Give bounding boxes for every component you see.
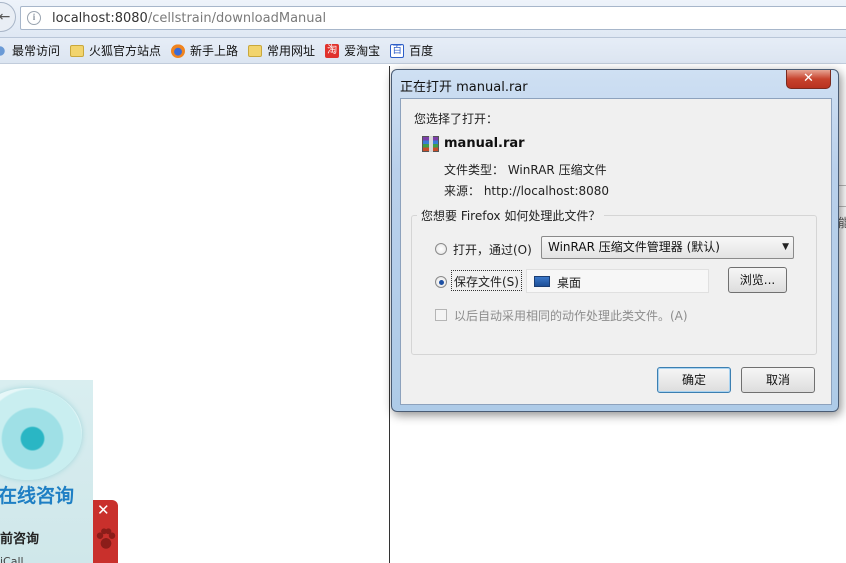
open-file-dialog: 正在打开 manual.rar ✕ 您选择了打开： manual.rar 文件类…: [391, 69, 839, 412]
remember-checkbox[interactable]: [435, 309, 447, 321]
page-divider: [389, 66, 390, 563]
taobao-icon: 淘: [325, 43, 340, 58]
file-source: 来源： http://localhost:8080: [444, 184, 610, 198]
bookmark-label: 新手上路: [190, 44, 239, 58]
bookmarks-bar: 最常访问 火狐官方站点 新手上路 常用网址 淘爱淘宝 百百度: [0, 38, 846, 64]
star-icon: [0, 43, 7, 58]
consult-title: 在线咨询: [0, 485, 75, 507]
consult-item[interactable]: iCall: [0, 555, 24, 563]
bookmark-label: 火狐官方站点: [89, 44, 162, 58]
dialog-title: 正在打开 manual.rar: [400, 80, 528, 95]
dropdown-arrow-icon: ▼: [782, 242, 789, 252]
back-arrow-icon[interactable]: ←: [0, 2, 16, 32]
cancel-button[interactable]: 取消: [741, 367, 815, 393]
firefox-icon: [171, 43, 186, 58]
file-name: manual.rar: [444, 136, 525, 151]
close-icon[interactable]: ✕: [97, 502, 110, 518]
dialog-close-button[interactable]: ✕: [786, 70, 831, 89]
browse-button[interactable]: 浏览...: [728, 267, 787, 293]
bookmark-label: 最常访问: [12, 44, 61, 58]
desktop-icon: [534, 276, 550, 287]
url-host: localhost:8080: [52, 11, 148, 26]
file-type: 文件类型： WinRAR 压缩文件: [444, 163, 607, 177]
chosen-label: 您选择了打开：: [414, 112, 499, 126]
url-text: localhost:8080/cellstrain/downloadManual: [52, 11, 326, 26]
action-question: 您想要 Firefox 如何处理此文件？: [417, 207, 605, 224]
open-with-select[interactable]: WinRAR 压缩文件管理器 (默认) ▼: [541, 236, 794, 259]
bookmark-label: 百度: [409, 44, 434, 58]
folder-icon: [70, 44, 85, 57]
page-edge-box: [838, 185, 846, 207]
paw-icon: [96, 528, 116, 550]
bookmark-baidu[interactable]: 百百度: [390, 42, 433, 59]
save-file-label[interactable]: 保存文件(S): [451, 270, 522, 291]
open-with-value: WinRAR 压缩文件管理器 (默认): [548, 240, 720, 254]
bookmark-most-visited[interactable]: 最常访问: [0, 42, 60, 59]
bookmark-label: 爱淘宝: [344, 44, 381, 58]
bookmark-label: 常用网址: [267, 44, 316, 58]
bookmark-common-sites[interactable]: 常用网址: [248, 42, 315, 59]
bookmark-getting-started[interactable]: 新手上路: [171, 42, 238, 59]
bookmark-firefox-official[interactable]: 火狐官方站点: [70, 42, 161, 59]
save-folder-name: 桌面: [557, 276, 582, 290]
ok-button[interactable]: 确定: [657, 367, 731, 393]
bookmark-taobao[interactable]: 淘爱淘宝: [325, 42, 380, 59]
save-folder-field: 桌面: [526, 269, 709, 293]
address-toolbar: ← i localhost:8080/cellstrain/downloadMa…: [0, 0, 846, 38]
consult-close-tab[interactable]: ✕: [93, 500, 118, 563]
url-bar[interactable]: i localhost:8080/cellstrain/downloadManu…: [20, 6, 846, 30]
baidu-icon: 百: [390, 43, 405, 58]
cell-image: [0, 388, 82, 480]
open-with-radio[interactable]: [435, 243, 447, 255]
remember-label[interactable]: 以后自动采用相同的动作处理此类文件。(A): [454, 307, 688, 324]
save-file-radio[interactable]: [435, 276, 447, 288]
dialog-body: 您选择了打开： manual.rar 文件类型： WinRAR 压缩文件 来源：…: [400, 98, 832, 405]
online-consult-widget[interactable]: 在线咨询 前咨询 iCall: [0, 380, 93, 563]
folder-icon: [248, 44, 263, 57]
page-edge-text: 能: [838, 214, 846, 244]
site-info-icon[interactable]: i: [27, 11, 41, 25]
open-with-label[interactable]: 打开，通过(O): [453, 241, 532, 258]
consult-subtitle: 前咨询: [0, 532, 40, 547]
url-path: /cellstrain/downloadManual: [147, 11, 327, 26]
winrar-archive-icon: [422, 136, 439, 152]
